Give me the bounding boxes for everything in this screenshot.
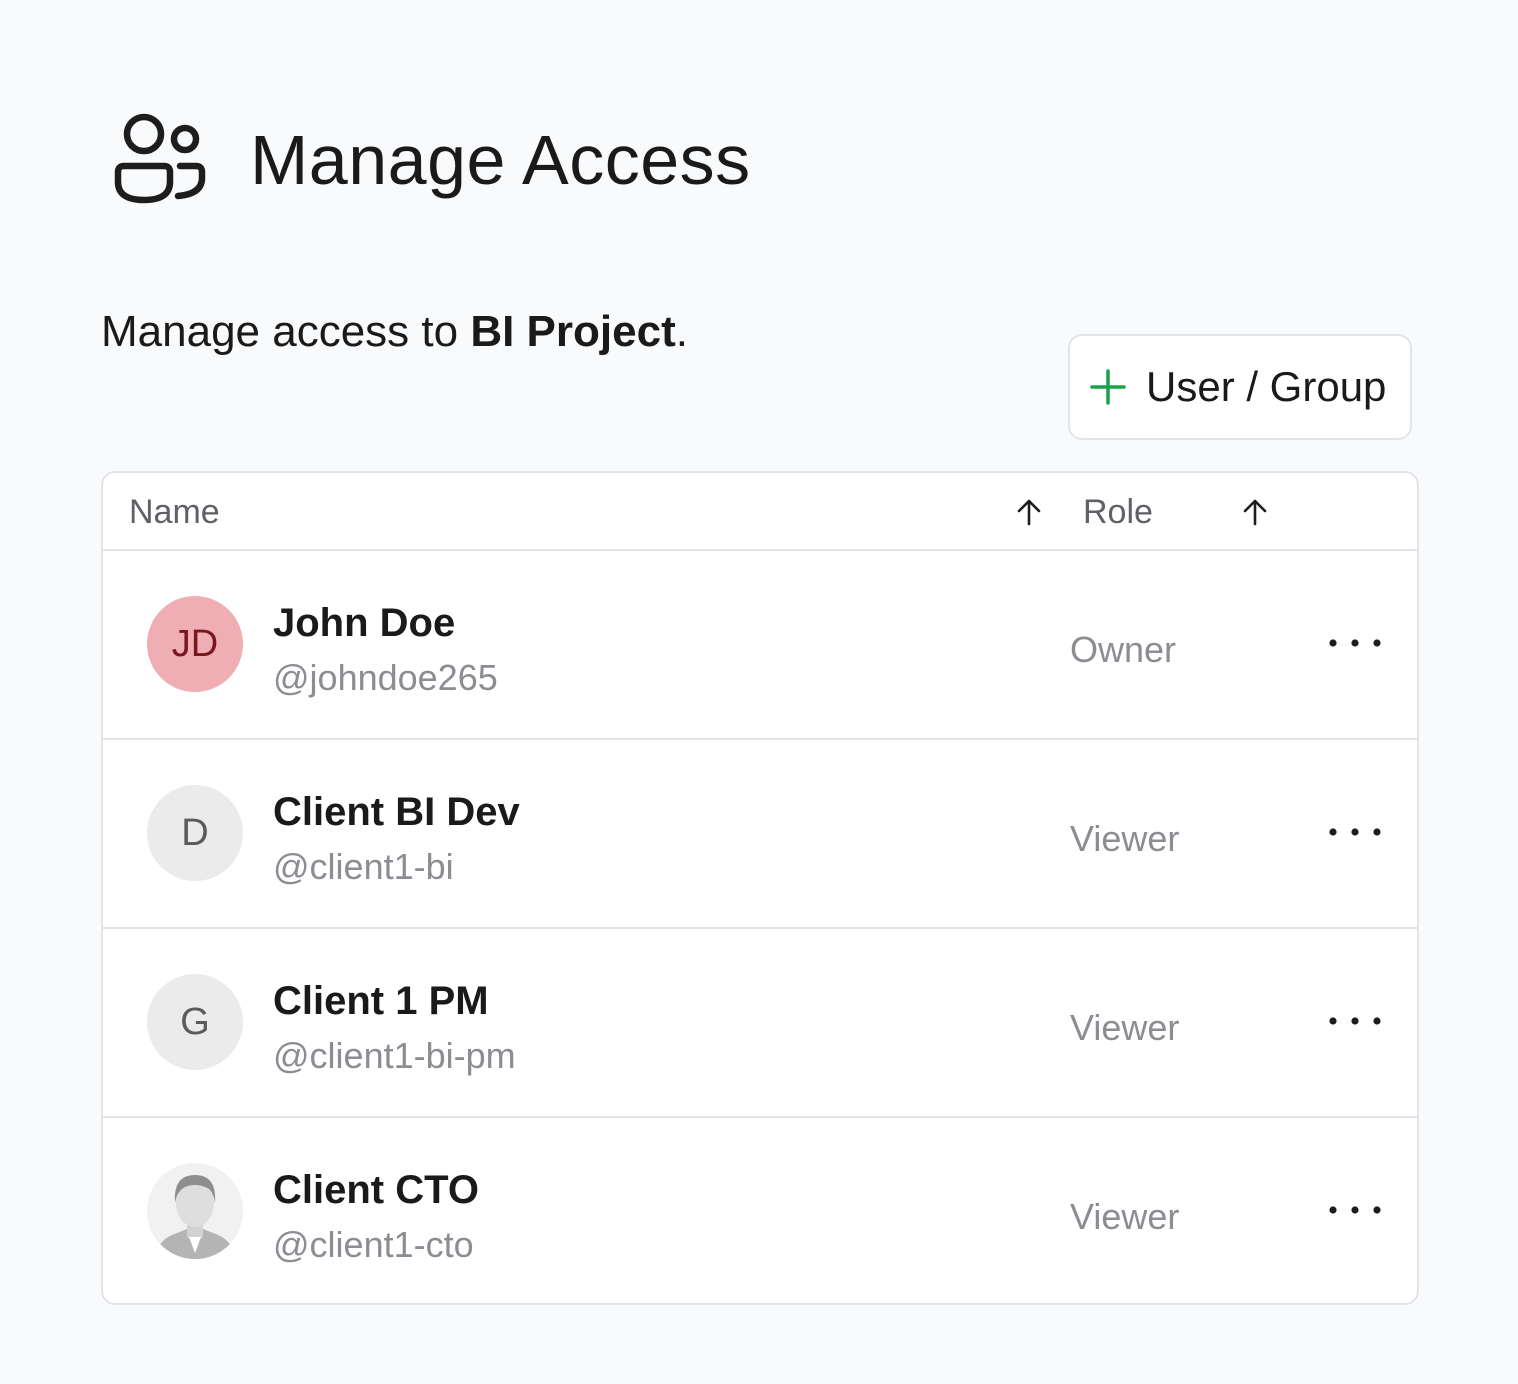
user-photo-icon [147, 1163, 243, 1259]
more-horizontal-icon[interactable] [1327, 1198, 1383, 1222]
add-user-group-button[interactable]: User / Group [1068, 334, 1412, 440]
table-row: G Client 1 PM @client1-bi-pm Viewer [103, 929, 1417, 1118]
avatar: D [147, 785, 243, 881]
avatar: JD [147, 596, 243, 692]
more-horizontal-icon[interactable] [1327, 820, 1383, 844]
avatar: G [147, 974, 243, 1070]
column-header-name[interactable]: Name [129, 493, 220, 532]
page-description: Manage access to BI Project. [101, 307, 688, 356]
sort-arrow-up-icon[interactable] [1015, 497, 1043, 527]
user-name: John Doe [273, 601, 456, 645]
description-suffix: . [675, 307, 688, 356]
user-role: Viewer [1070, 1007, 1180, 1048]
page-header: Manage Access [110, 112, 751, 208]
user-role: Viewer [1070, 1196, 1180, 1237]
avatar [147, 1163, 243, 1259]
table-row: Client CTO @client1-cto Viewer [103, 1118, 1417, 1303]
user-handle: @client1-bi-pm [273, 1035, 516, 1076]
table-row: D Client BI Dev @client1-bi Viewer [103, 740, 1417, 929]
project-name: BI Project [470, 307, 676, 356]
user-handle: @client1-cto [273, 1224, 474, 1265]
user-name: Client 1 PM [273, 979, 489, 1023]
more-horizontal-icon[interactable] [1327, 1009, 1383, 1033]
more-horizontal-icon[interactable] [1327, 631, 1383, 655]
table-header: Name Role [103, 473, 1417, 551]
access-table: Name Role JD John Doe @johndoe265 Owner … [101, 471, 1419, 1305]
user-handle: @johndoe265 [273, 657, 498, 698]
description-text: Manage access to [101, 307, 471, 356]
plus-icon [1090, 369, 1126, 405]
people-icon [114, 113, 206, 204]
user-handle: @client1-bi [273, 846, 454, 887]
sort-arrow-up-icon[interactable] [1241, 497, 1269, 527]
user-role: Viewer [1070, 818, 1180, 859]
user-name: Client CTO [273, 1168, 479, 1212]
table-row: JD John Doe @johndoe265 Owner [103, 551, 1417, 740]
page-title: Manage Access [250, 121, 751, 199]
column-header-role[interactable]: Role [1083, 493, 1153, 532]
user-name: Client BI Dev [273, 790, 520, 834]
add-button-label: User / Group [1146, 363, 1387, 410]
user-role: Owner [1070, 629, 1177, 670]
